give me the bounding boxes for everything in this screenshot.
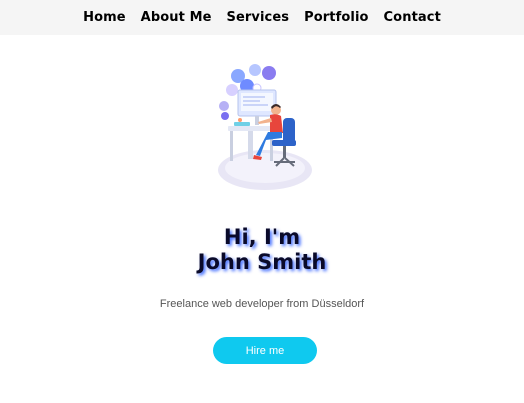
- nav-services-link[interactable]: Services: [227, 10, 290, 25]
- hire-me-button[interactable]: Hire me: [213, 337, 317, 364]
- developer-illustration: [218, 64, 312, 190]
- bubble-icon: [249, 64, 261, 76]
- bubble-icon: [262, 66, 276, 80]
- nav-portfolio-link[interactable]: Portfolio: [304, 10, 368, 25]
- nav-contact-link[interactable]: Contact: [384, 10, 441, 25]
- bubble-icon: [219, 101, 229, 111]
- nav-about-link[interactable]: About Me: [141, 10, 212, 25]
- bubble-icon: [226, 84, 238, 96]
- nav-home-link[interactable]: Home: [83, 10, 126, 25]
- desk: [228, 126, 276, 131]
- bubble-icon: [221, 112, 229, 120]
- top-navbar: Home About Me Services Portfolio Contact: [0, 0, 524, 35]
- hero-title-line1: Hi, I'm: [223, 225, 301, 249]
- keyboard: [234, 122, 250, 126]
- person-torso: [270, 114, 283, 134]
- hero-subtitle: Freelance web developer from Düsseldorf: [159, 298, 365, 310]
- hero-title-line2: John Smith: [197, 250, 327, 274]
- hero-title: Hi, I'm John Smith: [0, 225, 524, 275]
